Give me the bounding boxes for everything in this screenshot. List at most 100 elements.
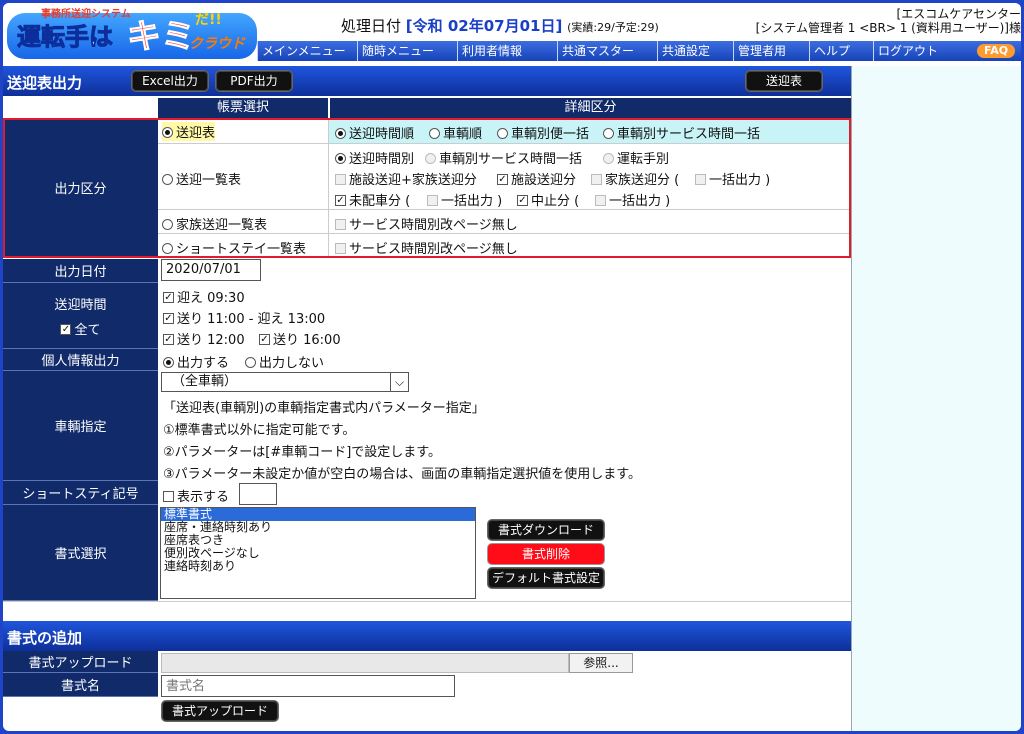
opt-short-cell: ショートステイ一覧表	[158, 234, 329, 258]
chk-facility-family[interactable]	[335, 174, 346, 185]
detail-vehicle-order[interactable]: 車輌順	[429, 123, 482, 142]
opt-sougei-radio[interactable]	[162, 127, 173, 138]
radio-vehicle-service[interactable]	[603, 128, 614, 139]
menu-logout[interactable]: ログアウト	[873, 41, 961, 61]
opt-ichiran[interactable]: 送迎一覧表	[162, 169, 241, 188]
detail-vehicle-service[interactable]: 車輌別サービス時間一括	[603, 123, 760, 142]
opt-short-detail: サービス時間別改ページ無し	[329, 234, 851, 258]
menu-common-master[interactable]: 共通マスター	[557, 41, 657, 61]
logo-text-1: 運転手は	[17, 23, 114, 52]
output-date-input[interactable]: 2020/07/01	[161, 259, 261, 281]
chk-unassigned-bulk[interactable]	[427, 195, 438, 206]
format-download-button[interactable]: 書式ダウンロード	[487, 519, 605, 541]
time-item-4[interactable]: 送り 16:00	[259, 329, 341, 348]
opt-family-cell: 家族送迎一覧表	[158, 210, 329, 234]
opt-ichiran-radio[interactable]	[162, 174, 173, 185]
radio-vehicle-bin[interactable]	[497, 128, 508, 139]
app-logo[interactable]: 事務所送迎システム 運転手は キミ だ!! クラウド	[7, 5, 257, 59]
format-name-input[interactable]	[161, 675, 455, 697]
detail-family-bulk[interactable]: 一括出力 )	[695, 169, 770, 188]
sougei-time-label-cell: 送迎時間 全て	[3, 283, 158, 349]
opt-ichiran-cell: 送迎一覧表	[158, 144, 329, 210]
format-name-label: 書式名	[3, 673, 158, 697]
format-listbox[interactable]: 標準書式 座席・連絡時刻あり 座席表つき 便別改ページなし 連絡時刻あり	[160, 507, 476, 599]
shortstay-input[interactable]	[239, 483, 277, 505]
radio-personal-off[interactable]	[245, 357, 256, 368]
opt-short[interactable]: ショートステイ一覧表	[162, 238, 306, 257]
detail-facility[interactable]: 施設送迎分	[497, 169, 576, 188]
chk-time-4[interactable]	[259, 334, 270, 345]
add-format-titlebar: 書式の追加	[3, 621, 851, 651]
detail-unassigned-bulk[interactable]: 一括出力 )	[427, 190, 502, 209]
menu-user-info[interactable]: 利用者情報	[457, 41, 557, 61]
menu-anytime[interactable]: 随時メニュー	[357, 41, 457, 61]
format-delete-button[interactable]: 書式削除	[487, 543, 605, 565]
detail-family-nopage[interactable]: サービス時間別改ページ無し	[335, 214, 518, 233]
shortstay-show[interactable]: 表示する	[163, 486, 229, 505]
opt-family[interactable]: 家族送迎一覧表	[162, 214, 267, 233]
detail-unassigned[interactable]: 未配車分 (	[335, 190, 410, 209]
proc-label: 処理日付	[341, 17, 402, 35]
chk-cancel-bulk[interactable]	[595, 195, 606, 206]
radio-time-order[interactable]	[335, 128, 346, 139]
vehicle-select[interactable]: （全車輌） ⌵	[161, 372, 409, 392]
pdf-output-button[interactable]: PDF出力	[215, 70, 293, 92]
detail-time-order[interactable]: 送迎時間順	[335, 123, 414, 142]
company-name: [エスコムケアセンター	[896, 7, 1021, 21]
detail-driver[interactable]: 運転手別	[603, 148, 669, 167]
format-upload-button[interactable]: 書式アップロード	[161, 700, 279, 722]
opt-sougei[interactable]: 送迎表	[162, 122, 216, 141]
chk-time-1[interactable]	[163, 292, 174, 303]
header: 事務所送迎システム 運転手は キミ だ!! クラウド 処理日付 [令和 02年0…	[3, 3, 1021, 63]
radio-vehicle-service2[interactable]	[425, 153, 436, 164]
sougei-time-all[interactable]: 全て	[60, 319, 101, 338]
browse-button[interactable]: 参照...	[569, 653, 633, 673]
personal-off[interactable]: 出力しない	[245, 352, 324, 371]
format-option[interactable]: 連絡時刻あり	[161, 560, 475, 573]
chk-shortstay[interactable]	[163, 491, 174, 502]
chk-time-3[interactable]	[163, 334, 174, 345]
chevron-down-icon[interactable]: ⌵	[390, 373, 408, 391]
chk-all[interactable]	[60, 323, 72, 335]
menu-main[interactable]: メインメニュー	[257, 41, 357, 61]
radio-personal-on[interactable]	[163, 357, 174, 368]
chk-family[interactable]	[591, 174, 602, 185]
sougei-button[interactable]: 送迎表	[745, 70, 823, 92]
format-default-button[interactable]: デフォルト書式設定	[487, 567, 605, 589]
detail-time-sep[interactable]: 送迎時間別	[335, 148, 414, 167]
detail-facility-family[interactable]: 施設送迎+家族送迎分	[335, 169, 477, 188]
radio-driver[interactable]	[603, 153, 614, 164]
menu-help[interactable]: ヘルプ	[809, 41, 873, 61]
chk-family-nopage[interactable]	[335, 219, 346, 230]
menu-common-settings[interactable]: 共通設定	[657, 41, 733, 61]
opt-family-radio[interactable]	[162, 219, 173, 230]
spacer-row	[3, 601, 851, 621]
detail-vehicle-bin[interactable]: 車輌別便一括	[497, 123, 589, 142]
excel-output-button[interactable]: Excel出力	[131, 70, 209, 92]
opt-family-detail: サービス時間別改ページ無し	[329, 210, 851, 234]
detail-cancel[interactable]: 中止分 (	[517, 190, 579, 209]
chk-short-nopage[interactable]	[335, 243, 346, 254]
chk-cancel[interactable]	[517, 195, 528, 206]
time-item-1[interactable]: 迎え 09:30	[163, 287, 245, 306]
personal-on[interactable]: 出力する	[163, 352, 229, 371]
shortstay-label: ショートスティ記号	[3, 481, 158, 505]
file-path-field[interactable]	[161, 653, 569, 673]
col-header-format: 帳票選択	[158, 98, 328, 118]
chk-time-2[interactable]	[163, 313, 174, 324]
menu-admin[interactable]: 管理者用	[733, 41, 809, 61]
time-item-3[interactable]: 送り 12:00	[163, 329, 245, 348]
time-item-2[interactable]: 送り 11:00 - 迎え 13:00	[163, 308, 325, 327]
detail-short-nopage[interactable]: サービス時間別改ページ無し	[335, 238, 518, 257]
radio-time-sep[interactable]	[335, 153, 346, 164]
faq-button[interactable]: FAQ	[977, 44, 1015, 58]
opt-short-radio[interactable]	[162, 243, 173, 254]
detail-family[interactable]: 家族送迎分 (	[591, 169, 679, 188]
radio-vehicle-order[interactable]	[429, 128, 440, 139]
detail-cancel-bulk[interactable]: 一括出力 )	[595, 190, 670, 209]
opt-ichiran-detail: 送迎時間別 車輌別サービス時間一括 運転手別 施設送迎+家族送迎分 施設送迎分 …	[329, 144, 851, 210]
chk-family-bulk[interactable]	[695, 174, 706, 185]
detail-vehicle-service2[interactable]: 車輌別サービス時間一括	[425, 148, 582, 167]
chk-facility[interactable]	[497, 174, 508, 185]
chk-unassigned[interactable]	[335, 195, 346, 206]
